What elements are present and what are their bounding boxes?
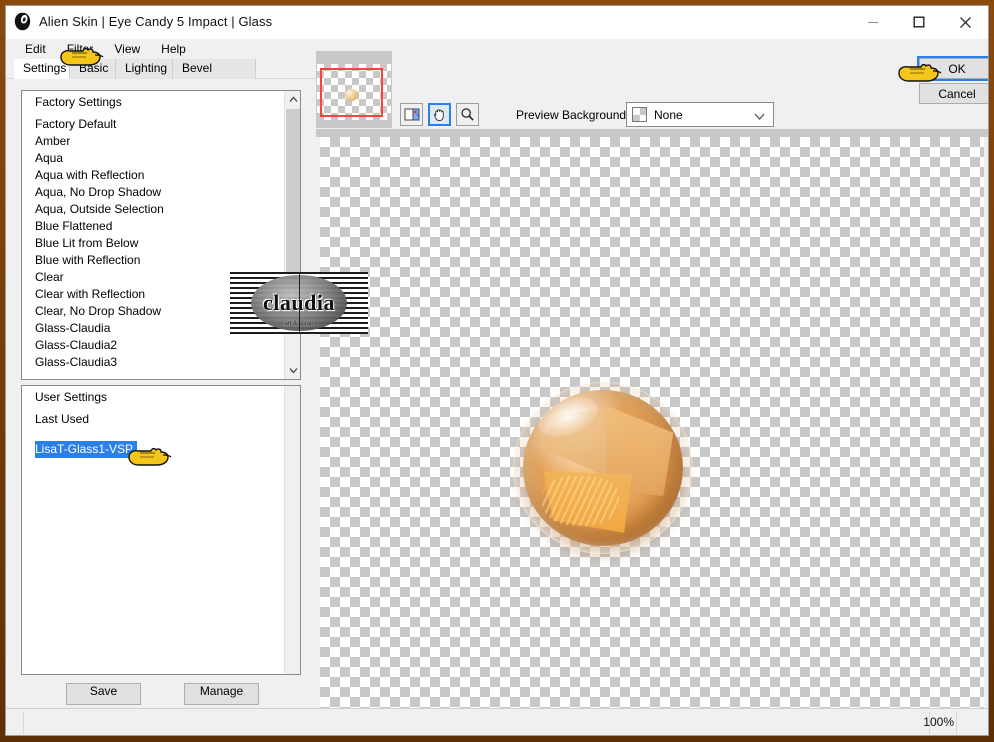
list-item[interactable]: Aqua, Outside Selection	[22, 201, 284, 218]
maximize-icon[interactable]	[896, 6, 942, 38]
list-item[interactable]: Aqua, No Drop Shadow	[22, 184, 284, 201]
list-item[interactable]: Glass-Claudia3	[22, 354, 284, 371]
list-item[interactable]: Aqua	[22, 150, 284, 167]
chevron-up-icon[interactable]	[285, 91, 300, 108]
status-cell-right	[956, 712, 988, 734]
list-item[interactable]: Aqua with Reflection	[22, 167, 284, 184]
ok-button[interactable]: OK	[917, 56, 988, 81]
sphere-rim	[513, 382, 693, 554]
status-cell-left	[6, 712, 24, 734]
preview-background-select[interactable]: None	[626, 102, 774, 127]
close-icon[interactable]	[942, 6, 988, 38]
user-settings-header: User Settings	[35, 390, 108, 404]
tab-bevel-profile[interactable]: Bevel Profile	[173, 59, 256, 94]
hand-tool[interactable]	[428, 103, 451, 126]
user-settings-list[interactable]: User Settings Last Used LisaT-Glass1-VSP	[21, 385, 301, 675]
application-window: Alien Skin | Eye Candy 5 Impact | Glass …	[5, 5, 989, 736]
zoom-level-indicator: 100%	[923, 715, 954, 729]
settings-panel: Factory Settings Factory Default Amber A…	[6, 79, 316, 719]
factory-settings-scroll-area: Factory Settings Factory Default Amber A…	[22, 91, 284, 379]
list-item[interactable]: Blue with Reflection	[22, 252, 284, 269]
menu-item-filter[interactable]: Filter	[58, 40, 103, 58]
navigator-thumbnail[interactable]	[316, 51, 392, 128]
menu-item-edit[interactable]: Edit	[16, 40, 55, 58]
user-list-scrollbar[interactable]	[284, 386, 300, 674]
tab-lighting[interactable]: Lighting	[116, 59, 173, 79]
factory-list-scrollbar[interactable]	[284, 91, 300, 379]
factory-settings-header: Factory Settings	[35, 95, 122, 109]
window-controls	[850, 6, 988, 38]
list-item[interactable]: Last Used	[22, 411, 284, 428]
zoom-tool[interactable]	[456, 103, 479, 126]
list-item[interactable]: Blue Flattened	[22, 218, 284, 235]
user-settings-scroll-area: User Settings Last Used LisaT-Glass1-VSP	[22, 386, 284, 674]
watermark-vertical-line	[299, 272, 300, 334]
preview-divider	[316, 129, 988, 137]
list-item[interactable]: Factory Default	[22, 116, 284, 133]
chevron-down-icon[interactable]	[754, 110, 765, 124]
tab-settings[interactable]: Settings	[14, 59, 70, 79]
watermark-overlay: claudia art & scrap	[230, 272, 368, 334]
manage-button[interactable]: Manage	[184, 683, 259, 705]
menu-item-view[interactable]: View	[105, 40, 149, 58]
list-item[interactable]: Amber	[22, 133, 284, 150]
minimize-icon[interactable]	[850, 6, 896, 38]
window-title: Alien Skin | Eye Candy 5 Impact | Glass	[39, 14, 273, 29]
title-bar: Alien Skin | Eye Candy 5 Impact | Glass	[6, 6, 988, 39]
checkerboard-swatch	[632, 107, 647, 122]
title-bar-left: Alien Skin | Eye Candy 5 Impact | Glass	[14, 12, 272, 31]
alienskin-icon	[14, 12, 31, 31]
preview-background-value: None	[654, 107, 683, 122]
preview-background-label: Preview Background:	[516, 108, 630, 122]
list-item[interactable]: Glass-Claudia2	[22, 337, 284, 354]
factory-settings-list[interactable]: Factory Settings Factory Default Amber A…	[21, 90, 301, 380]
cancel-button[interactable]: Cancel	[919, 83, 988, 104]
list-item[interactable]: LisaT-Glass1-VSP	[22, 441, 284, 458]
status-bar: 100%	[6, 708, 988, 735]
status-cell-main	[25, 712, 930, 734]
user-setting-selected[interactable]: LisaT-Glass1-VSP	[35, 441, 138, 458]
window-frame: Alien Skin | Eye Candy 5 Impact | Glass …	[0, 0, 994, 742]
chevron-down-icon[interactable]	[285, 362, 300, 379]
save-button[interactable]: Save	[66, 683, 141, 705]
preview-canvas[interactable]	[320, 137, 984, 719]
preview-panel: Preview Background: None	[316, 46, 988, 735]
menu-item-help[interactable]: Help	[152, 40, 195, 58]
tab-basic[interactable]: Basic	[70, 59, 116, 79]
glass-sphere-preview	[511, 380, 695, 560]
list-item[interactable]: Blue Lit from Below	[22, 235, 284, 252]
preview-compare-tool[interactable]	[400, 103, 423, 126]
navigator-sphere-preview	[345, 89, 358, 101]
